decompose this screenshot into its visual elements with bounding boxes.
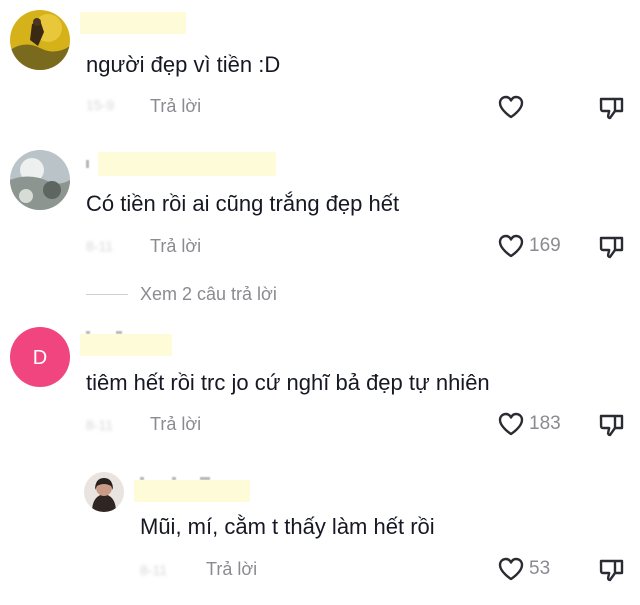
avatar-user-4[interactable] <box>84 472 124 512</box>
svg-text:D: D <box>33 347 47 369</box>
like-button[interactable] <box>497 94 529 120</box>
heart-icon <box>498 234 524 258</box>
reply-button[interactable]: Trả lời <box>150 236 201 257</box>
comment-text: Mũi, mí, cằm t thấy làm hết rồi <box>140 514 435 539</box>
heart-icon <box>498 95 524 119</box>
comment-date: 8-11 <box>140 562 167 578</box>
dislike-icon <box>599 236 624 259</box>
view-replies-divider <box>86 294 128 295</box>
dislike-icon <box>599 559 624 582</box>
like-button[interactable]: 183 <box>497 411 561 437</box>
like-button[interactable]: 169 <box>497 233 561 259</box>
comment-date: 15-9 <box>86 97 115 113</box>
avatar-user-3[interactable]: D <box>10 327 70 387</box>
reply-button[interactable]: Trả lời <box>150 96 201 117</box>
dislike-icon <box>599 414 624 437</box>
dislike-button[interactable] <box>598 412 626 443</box>
like-count: 183 <box>529 413 561 434</box>
like-count: 53 <box>529 558 551 579</box>
view-replies-label: Xem 2 câu trả lời <box>140 284 277 304</box>
comment-date: 8-11 <box>86 417 113 433</box>
dislike-icon <box>599 97 624 120</box>
username-redacted[interactable] <box>80 12 186 34</box>
comment-text: Có tiền rồi ai cũng trắng đẹp hết <box>86 191 400 216</box>
avatar-image <box>10 10 70 70</box>
heart-icon <box>498 412 524 436</box>
like-count: 169 <box>529 235 561 256</box>
avatar-image <box>10 150 70 210</box>
dislike-button[interactable] <box>598 95 626 126</box>
reply-button[interactable]: Trả lời <box>150 414 201 435</box>
heart-icon <box>498 557 524 581</box>
username-redacted[interactable] <box>80 334 172 356</box>
comment-text: người đẹp vì tiền :D <box>86 52 281 77</box>
username-redacted[interactable] <box>98 152 276 176</box>
avatar-initial: D <box>33 347 47 369</box>
comment-date: 8-11 <box>86 238 113 254</box>
comment-text: tiêm hết rồi trc jo cứ nghĩ bả đẹp tự nh… <box>86 370 490 395</box>
username-fragment <box>86 160 89 168</box>
dislike-button[interactable] <box>598 234 626 265</box>
view-replies-button[interactable]: Xem 2 câu trả lời <box>86 284 277 305</box>
avatar-user-2[interactable] <box>10 150 70 210</box>
avatar-user-1[interactable] <box>10 10 70 70</box>
reply-button[interactable]: Trả lời <box>206 559 257 580</box>
username-redacted[interactable] <box>134 480 250 502</box>
dislike-button[interactable] <box>598 557 626 588</box>
like-button[interactable]: 53 <box>497 556 550 582</box>
avatar-image <box>84 472 124 512</box>
